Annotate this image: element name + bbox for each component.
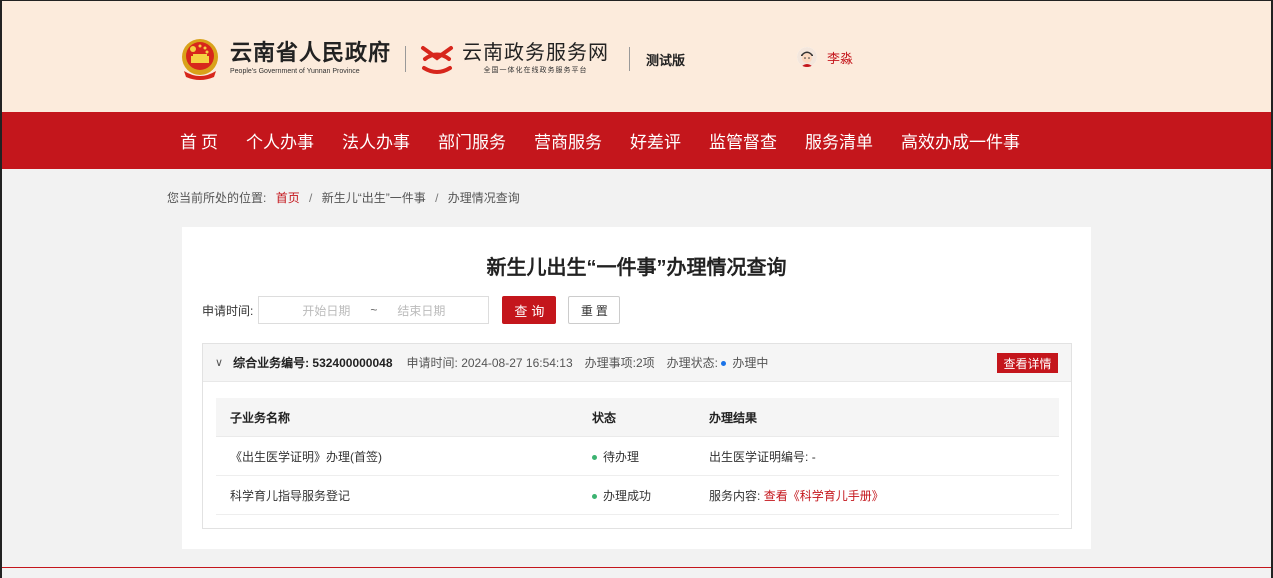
status-dot-icon [592,493,597,499]
table-header-row: 子业务名称 状态 办理结果 [216,398,1059,437]
user-menu[interactable]: 李淼 [797,47,853,67]
start-date-input[interactable]: 开始日期 [302,302,350,319]
chevron-down-icon[interactable]: ∨ [215,356,223,369]
sub-business-result: 服务内容: 查看《科学育儿手册》 [709,488,884,503]
header-divider [405,46,407,72]
sub-business-status: 待办理 [592,448,709,465]
main-nav: 首页 个人办事 法人办事 部门服务 营商服务 好差评 监管督查 服务清单 高效办… [2,112,1271,169]
table-row: 科学育儿指导服务登记 办理成功 服务内容: 查看《科学育儿手册》 [216,476,1059,515]
breadcrumb-item[interactable]: 新生儿“出生”一件事 [322,191,426,205]
reset-button[interactable]: 重置 [568,296,621,324]
nav-item-supervision[interactable]: 监管督查 [709,128,777,153]
biz-number: 综合业务编号: 532400000048 [233,356,393,370]
gov-title-en: People's Government of Yunnan Province [230,68,360,75]
end-date-input[interactable]: 结束日期 [397,302,445,319]
user-avatar-icon [797,47,817,67]
query-button[interactable]: 查询 [502,296,557,324]
national-emblem-icon [180,37,220,81]
column-header: 办理结果 [709,410,758,425]
status-dot-icon [721,361,727,367]
record-header[interactable]: ∨ 综合业务编号: 532400000048 申请时间: 2024-08-27 … [203,344,1071,382]
page-title: 新生儿出生“一件事”办理情况查询 [486,257,787,279]
record-status: 办理状态: 办理中 [666,356,769,370]
gov-title: 云南省人民政府 [230,40,392,65]
site-header: 云南省人民政府 People's Government of Yunnan Pr… [2,1,1271,112]
nav-item-home[interactable]: 首页 [180,128,222,153]
portal-title: 云南政务服务网 [462,42,610,64]
breadcrumb-sep: / [435,191,439,205]
breadcrumb-sep: / [309,191,313,205]
apply-time-label: 申请时间: [202,303,254,318]
record-panel: ∨ 综合业务编号: 532400000048 申请时间: 2024-08-27 … [202,343,1072,529]
search-form: 申请时间: 开始日期 ~ 结束日期 查询 重置 [202,296,621,324]
breadcrumb-prefix: 您当前所处的位置: [167,191,267,205]
nav-item-business[interactable]: 营商服务 [534,128,602,153]
gov-title-block: 云南省人民政府 People's Government of Yunnan Pr… [230,41,391,77]
sub-business-status: 办理成功 [592,487,709,504]
view-detail-button[interactable]: 查看详情 [997,353,1058,373]
query-card: 新生儿出生“一件事”办理情况查询 申请时间: 开始日期 ~ 结束日期 查询 重置… [182,227,1091,549]
brand-group: 云南省人民政府 People's Government of Yunnan Pr… [180,37,685,81]
column-header: 子业务名称 [230,410,291,425]
sub-business-result: 出生医学证明编号: - [709,449,816,464]
nav-item-service-list[interactable]: 服务清单 [805,128,873,153]
table-row: 《出生医学证明》办理(首签) 待办理 出生医学证明编号: - [216,437,1059,476]
sub-business-table: 子业务名称 状态 办理结果 《出生医学证明》办理(首签) 待办理 出生医学证明编… [216,398,1059,515]
nav-item-legal-entity[interactable]: 法人办事 [342,128,410,153]
user-name[interactable]: 李淼 [827,48,853,67]
nav-item-one-thing[interactable]: 高效办成一件事 [901,128,1020,153]
status-dot-icon [592,454,597,460]
portal-logo-icon [421,46,454,74]
range-separator: ~ [370,303,378,317]
column-header: 状态 [592,410,617,425]
env-tag: 测试版 [646,52,686,68]
date-range-picker[interactable]: 开始日期 ~ 结束日期 [258,296,490,324]
sub-business-name: 《出生医学证明》办理(首签) [230,449,382,464]
items-count: 办理事项:2项 [584,356,655,370]
breadcrumb: 您当前所处的位置: 首页 / 新生儿“出生”一件事 / 办理情况查询 [167,189,520,206]
sub-business-name: 科学育儿指导服务登记 [230,488,351,503]
view-handbook-link[interactable]: 查看《科学育儿手册》 [764,489,884,503]
header-divider [629,47,631,71]
nav-item-personal[interactable]: 个人办事 [246,128,314,153]
breadcrumb-home[interactable]: 首页 [276,191,300,205]
portal-logo[interactable]: 云南政务服务网 全国一体化在线政务服务平台 [420,42,609,76]
breadcrumb-current: 办理情况查询 [447,191,520,205]
apply-time: 申请时间: 2024-08-27 16:54:13 [406,356,573,370]
portal-subtitle: 全国一体化在线政务服务平台 [483,67,588,74]
nav-item-department[interactable]: 部门服务 [438,128,506,153]
nav-item-rating[interactable]: 好差评 [630,128,681,153]
footer-divider [2,567,1271,568]
